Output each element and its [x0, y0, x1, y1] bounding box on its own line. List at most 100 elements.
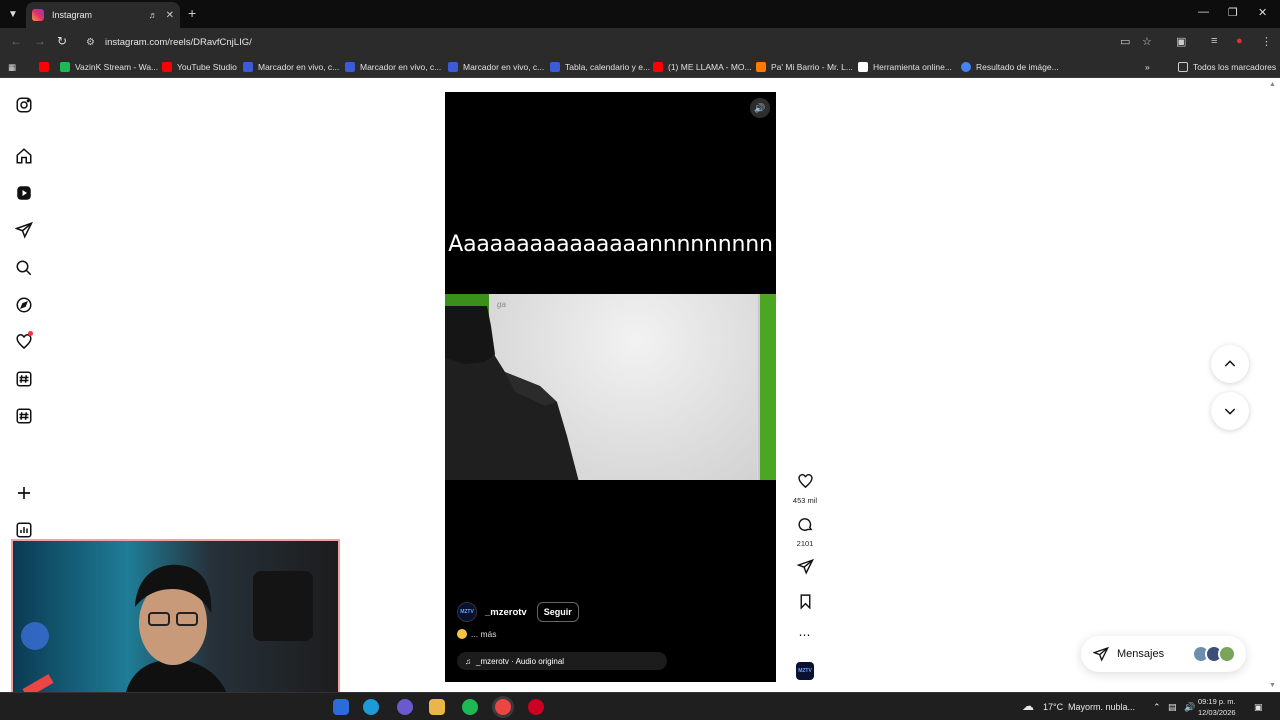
threads-icon[interactable] — [15, 370, 33, 388]
discord-icon[interactable] — [397, 699, 413, 715]
bookmark-item[interactable]: Marcador en vivo, c... — [345, 60, 441, 74]
bookmark-item[interactable]: (1) ME LLAMA - MO... — [653, 60, 752, 74]
audio-pill[interactable]: ♫ _mzerotv · Audio original — [457, 652, 667, 670]
file-explorer-icon[interactable] — [429, 699, 445, 715]
address-bar-row: ← → ↻ ⚙ instagram.com/reels/DRavfCnjLIG/… — [0, 28, 1280, 56]
volume-icon[interactable]: 🔊 — [1184, 702, 1195, 713]
edge-icon[interactable] — [363, 699, 379, 715]
bookmark-item[interactable]: VazinK Stream - Wa... — [60, 60, 158, 74]
url-field[interactable]: ⚙ instagram.com/reels/DRavfCnjLIG/ — [80, 31, 1164, 53]
author-name[interactable]: _mzerotv — [485, 607, 527, 618]
more-bookmarks-icon[interactable]: » — [1145, 60, 1150, 74]
clock-time: 09:19 p. m. — [1198, 697, 1236, 706]
weather-icon[interactable]: ☁ — [1022, 699, 1034, 713]
author-row: MZTV _mzerotv Seguir — [457, 602, 579, 622]
search-icon[interactable] — [15, 259, 33, 277]
threads-icon-2[interactable] — [15, 407, 33, 425]
share-icon[interactable] — [795, 558, 814, 575]
scroll-down-arrow[interactable]: ▼ — [1269, 682, 1276, 689]
restore-icon[interactable]: ❐ — [1228, 6, 1238, 19]
bookmark-item[interactable]: Herramienta online... — [858, 60, 952, 74]
comment-icon[interactable] — [797, 516, 814, 533]
audio-thumbnail[interactable]: MZTV — [796, 662, 814, 680]
comment-action[interactable]: 2101 — [790, 516, 820, 548]
reload-icon[interactable]: ↻ — [57, 34, 67, 48]
more-link[interactable]: ... más — [471, 629, 497, 639]
previous-reel-button[interactable] — [1211, 345, 1249, 383]
bookmark-item[interactable]: Tabla, calendario y e... — [550, 60, 650, 74]
bookmark-item[interactable]: Marcador en vivo, c... — [448, 60, 544, 74]
share-action[interactable] — [790, 558, 820, 580]
url-text: instagram.com/reels/DRavfCnjLIG/ — [104, 36, 252, 48]
folder-icon — [1178, 62, 1188, 72]
tray-expand-icon[interactable]: ⌃ — [1153, 702, 1161, 713]
bookmark-label: Pa' Mi Barrio - Mr. L... — [771, 62, 853, 72]
music-note-icon: ♫ — [465, 656, 471, 666]
like-action[interactable]: 453 mil — [790, 473, 820, 505]
apps-icon[interactable]: ▦ — [8, 60, 16, 74]
browser-tab[interactable]: Instagram ♬ ✕ — [26, 2, 180, 28]
sound-toggle-icon[interactable]: 🔊 — [750, 98, 770, 118]
bookmark-label: (1) ME LLAMA - MO... — [668, 62, 752, 72]
bookmark-icon[interactable] — [797, 593, 814, 610]
browser-menu-icon[interactable]: ⋮ — [1261, 35, 1272, 48]
all-bookmarks-folder[interactable]: Todos los marcadores — [1178, 60, 1276, 74]
weather-temp[interactable]: 17°C — [1043, 702, 1063, 712]
reels-icon[interactable] — [15, 184, 33, 202]
instagram-logo-icon[interactable] — [15, 96, 33, 114]
site-info-icon[interactable]: ⚙ — [86, 37, 95, 48]
reel-video[interactable]: 🔊 Aaaaaaaaaaaaaaannnnnnnnn ga MZTV _mzer… — [445, 92, 776, 682]
bookmark-item[interactable]: Pa' Mi Barrio - Mr. L... — [756, 60, 853, 74]
tab-search-icon[interactable]: ▼ — [4, 5, 22, 23]
reel-description[interactable]: ... más — [457, 629, 497, 639]
more-options-icon[interactable]: ⋯ — [790, 628, 820, 642]
bookmark-star-icon[interactable]: ☆ — [1142, 35, 1152, 48]
next-reel-button[interactable] — [1211, 392, 1249, 430]
bookmark-icon — [243, 62, 253, 72]
tab-audio-icon[interactable]: ♬ — [149, 10, 158, 20]
bookmark-item[interactable]: Resultado de imáge... — [961, 60, 1059, 74]
taskbar-app-icon[interactable] — [333, 699, 349, 715]
back-icon[interactable]: ← — [10, 34, 22, 48]
create-icon[interactable] — [15, 484, 33, 502]
emoji-icon — [457, 629, 467, 639]
youtube-bookmark-icon[interactable] — [39, 60, 54, 74]
media-control-icon[interactable]: ≡ — [1211, 35, 1217, 47]
stats-icon[interactable] — [15, 521, 33, 539]
bookmark-icon — [60, 62, 70, 72]
author-avatar[interactable]: MZTV — [457, 602, 477, 622]
follow-button[interactable]: Seguir — [536, 602, 579, 622]
forward-icon[interactable]: → — [34, 34, 46, 48]
like-icon[interactable] — [797, 473, 814, 490]
new-tab-button[interactable]: + — [188, 5, 196, 21]
chrome-icon[interactable] — [495, 699, 511, 715]
chevron-down-icon — [1224, 408, 1236, 415]
green-screen-right — [758, 294, 776, 480]
extensions-icon[interactable]: ▣ — [1176, 35, 1186, 48]
save-action[interactable] — [790, 593, 820, 615]
bookmark-item[interactable]: YouTube Studio — [162, 60, 237, 74]
heart-icon[interactable] — [15, 331, 33, 351]
network-icon[interactable]: ▤ — [1168, 702, 1177, 713]
bookmark-icon — [550, 62, 560, 72]
bookmark-item[interactable]: Marcador en vivo, c... — [243, 60, 339, 74]
weather-desc[interactable]: Mayorm. nubla... — [1068, 702, 1135, 712]
explore-icon[interactable] — [15, 296, 33, 314]
obs-icon[interactable] — [528, 699, 544, 715]
home-icon[interactable] — [15, 147, 33, 165]
like-count: 453 mil — [792, 496, 818, 505]
close-window-icon[interactable]: ✕ — [1258, 6, 1267, 19]
minimize-icon[interactable]: — — [1198, 6, 1209, 18]
profile-icon[interactable]: ● — [1236, 35, 1243, 47]
tab-close-icon[interactable]: ✕ — [166, 10, 174, 21]
messages-button[interactable]: Mensajes — [1081, 636, 1246, 672]
install-app-icon[interactable]: ▭ — [1120, 35, 1130, 48]
notifications-icon[interactable]: ▣ — [1254, 702, 1263, 713]
bookmark-icon — [345, 62, 355, 72]
reel-overlay-text: Aaaaaaaaaaaaaaannnnnnnnn — [448, 232, 773, 257]
notification-dot — [28, 331, 33, 336]
scroll-up-arrow[interactable]: ▲ — [1269, 81, 1276, 88]
send-icon[interactable] — [15, 221, 33, 239]
clock[interactable]: 09:19 p. m. 12/03/2026 — [1198, 696, 1236, 718]
spotify-icon[interactable] — [462, 699, 478, 715]
